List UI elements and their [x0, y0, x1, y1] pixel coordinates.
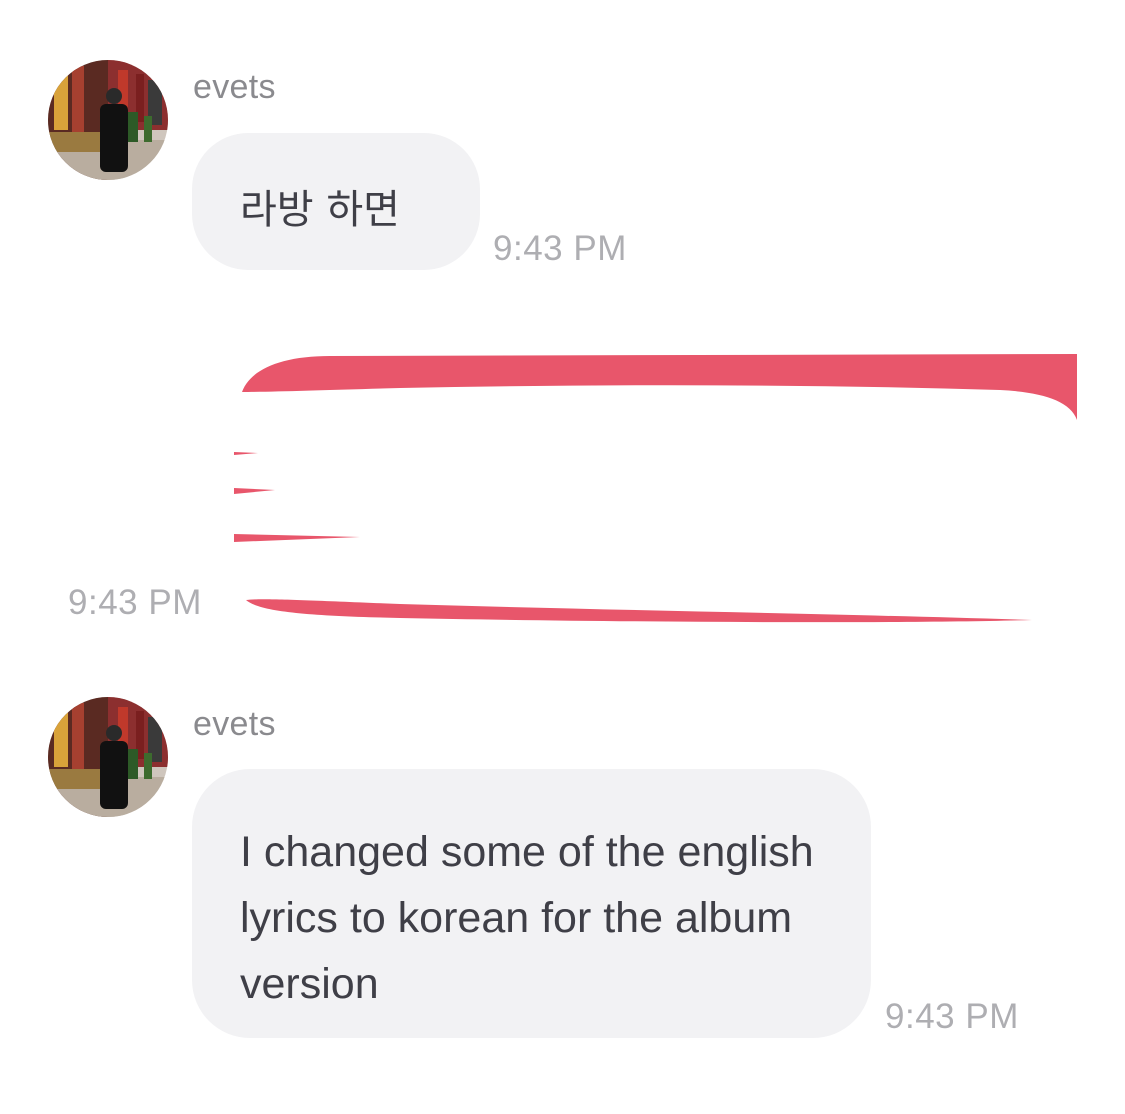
- redaction-stroke-left-3: [234, 534, 360, 542]
- redaction-stroke-top: [242, 354, 1077, 420]
- message-bubble[interactable]: 라방 하면: [192, 133, 480, 270]
- message-text: 라방 하면: [240, 187, 400, 233]
- message-timestamp: 9:43 PM: [493, 229, 627, 268]
- sender-name: evets: [193, 705, 276, 743]
- sender-avatar[interactable]: [48, 60, 168, 180]
- redaction-stroke-left-2: [234, 488, 275, 494]
- message-timestamp: 9:43 PM: [68, 583, 202, 622]
- message-timestamp: 9:43 PM: [885, 997, 1019, 1036]
- profile-photo-icon: [48, 60, 168, 180]
- redaction-stroke-bottom: [246, 599, 1032, 623]
- message-text: I changed some of the english lyrics to …: [240, 828, 814, 1008]
- redaction-stroke-left-1: [234, 452, 258, 455]
- sender-avatar[interactable]: [48, 697, 168, 817]
- message-bubble[interactable]: I changed some of the english lyrics to …: [192, 769, 871, 1038]
- profile-photo-icon: [48, 697, 168, 817]
- sender-name: evets: [193, 68, 276, 106]
